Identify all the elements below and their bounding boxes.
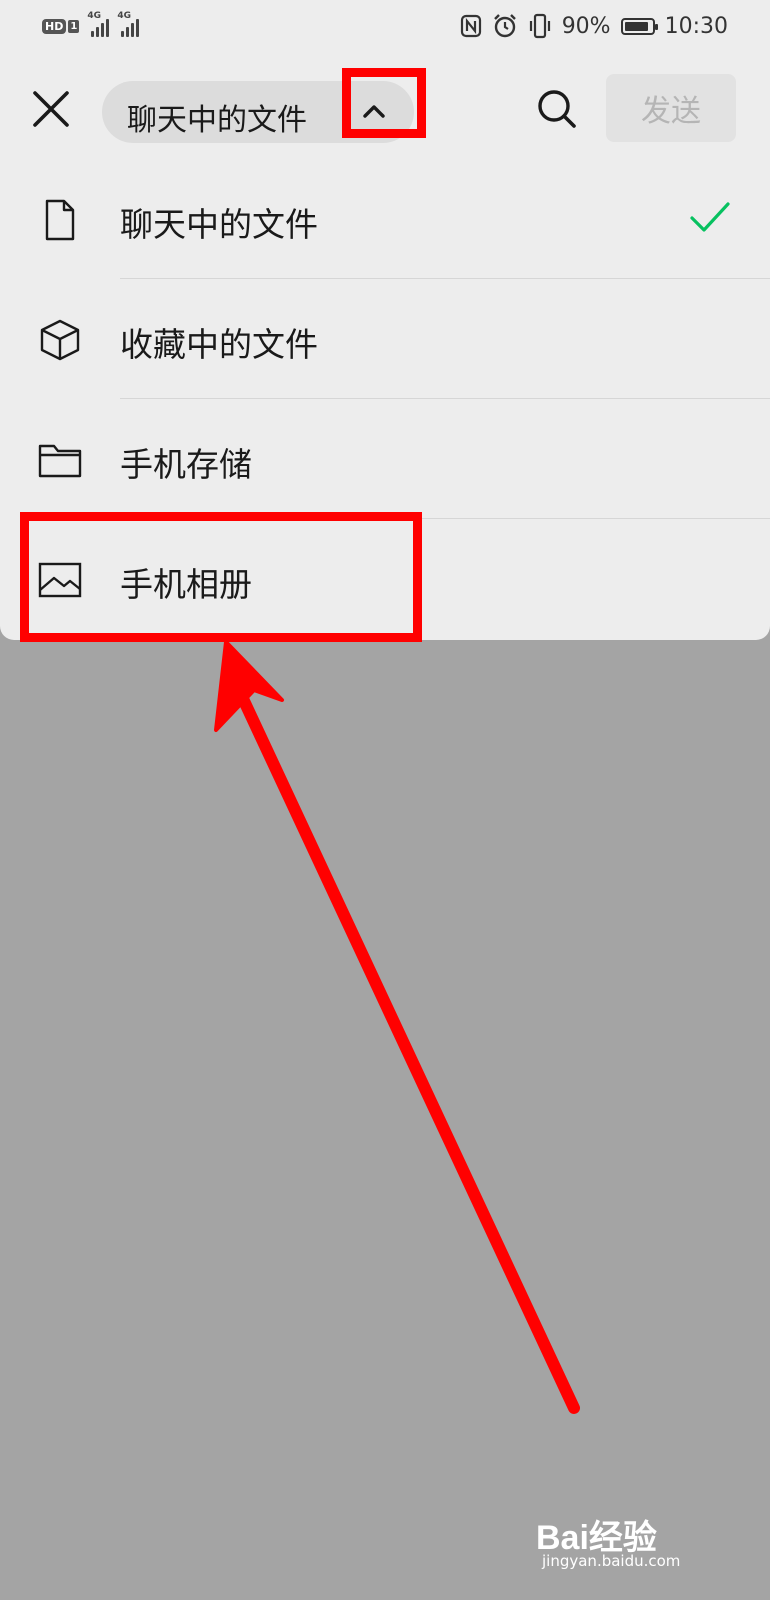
menu-item-label: 收藏中的文件	[120, 325, 318, 364]
signal-bar	[96, 27, 100, 37]
menu-divider	[120, 398, 770, 399]
menu-item-label: 手机存储	[120, 445, 252, 484]
vibrate-icon	[529, 13, 550, 39]
menu-item-label: 聊天中的文件	[120, 205, 318, 244]
baidu-jingyan-watermark: Bai经验 jingyan.baidu.com	[536, 1508, 736, 1574]
check-icon	[690, 202, 730, 232]
signal-2-icon: 4G	[117, 11, 140, 37]
battery-percent: 90%	[561, 13, 611, 39]
send-button[interactable]: 发送	[606, 74, 736, 142]
alarm-icon	[493, 14, 516, 38]
battery-fill	[624, 21, 648, 31]
sim-badge: 1	[68, 19, 80, 33]
status-time: 10:30	[664, 13, 728, 39]
hd-badge: HD	[42, 18, 67, 34]
menu-divider	[120, 278, 770, 279]
signal-bar	[136, 19, 140, 37]
status-bar: HD 1 4G 4G 90% 10:30	[0, 0, 770, 58]
menu-item-favorite-files[interactable]: 收藏中的文件	[0, 280, 770, 400]
status-left: HD 1 4G 4G	[42, 11, 140, 37]
signal-bar	[126, 27, 130, 37]
status-right: 90% 10:30	[460, 13, 728, 39]
file-icon	[45, 199, 75, 241]
signal-2-net: 4G	[117, 11, 131, 21]
signal-bar	[101, 23, 105, 37]
source-selector-label: 聊天中的文件	[127, 103, 307, 138]
cube-icon	[40, 319, 80, 361]
signal-bar	[91, 31, 95, 37]
search-icon	[538, 90, 576, 128]
signal-bar	[106, 19, 110, 37]
nfc-icon	[460, 14, 481, 38]
close-icon	[33, 91, 69, 127]
folder-icon	[38, 444, 82, 478]
annotation-box-chevron	[342, 68, 426, 138]
signal-bar	[131, 23, 135, 37]
annotation-box-album	[20, 512, 422, 642]
screen: HD 1 4G 4G 90% 10:30 聊天中的文件 发送 聊天中的文件 收藏…	[0, 0, 770, 1600]
signal-1-icon: 4G	[87, 11, 110, 37]
signal-bar	[121, 31, 125, 37]
search-button[interactable]	[534, 86, 580, 132]
menu-item-chat-files[interactable]: 聊天中的文件	[0, 160, 770, 280]
close-button[interactable]	[28, 86, 74, 132]
signal-1-net: 4G	[87, 11, 101, 21]
battery-icon	[620, 17, 658, 35]
menu-item-phone-storage[interactable]: 手机存储	[0, 400, 770, 520]
watermark-url: jingyan.baidu.com	[542, 1552, 681, 1570]
